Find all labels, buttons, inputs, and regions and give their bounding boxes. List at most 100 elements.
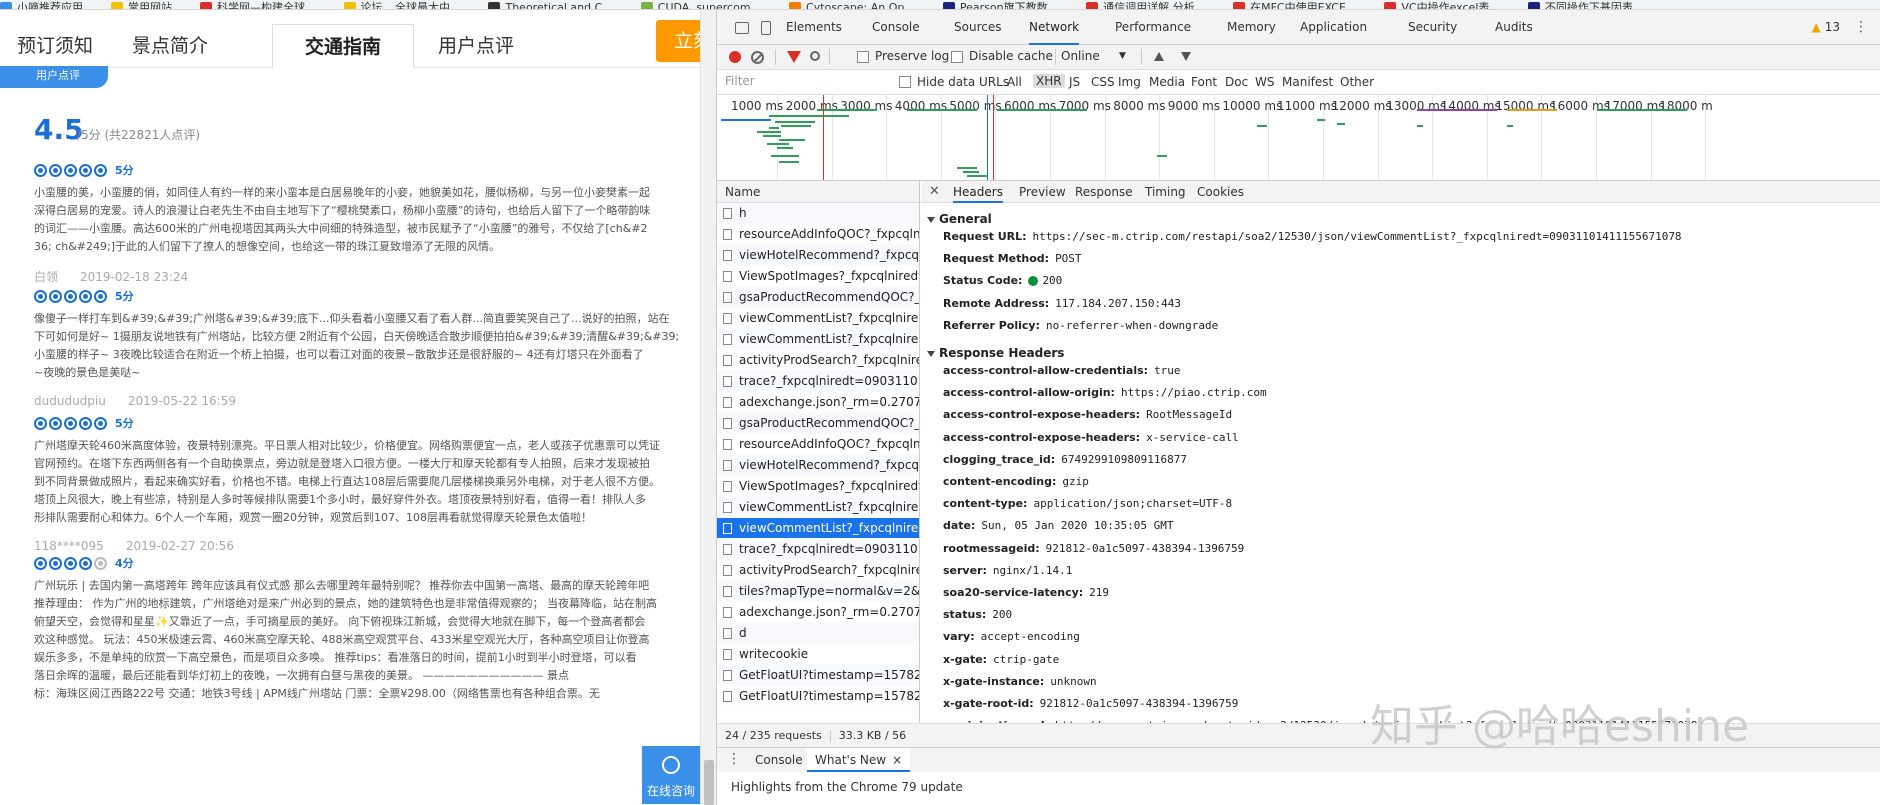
filter-type-media[interactable]: Media <box>1149 75 1185 89</box>
detail-tab-timing[interactable]: Timing <box>1145 181 1186 203</box>
bookmark-item[interactable]: 论坛 _ 全球最大中... <box>343 2 460 9</box>
bookmark-item[interactable]: VC中操作excel表... <box>1384 2 1500 9</box>
request-row[interactable]: gsaProductRecommendQOC?_... <box>717 287 919 308</box>
request-row[interactable]: GetFloatUI?timestamp=15782... <box>717 665 919 686</box>
filter-icon[interactable] <box>787 51 801 63</box>
scrollbar-thumb[interactable] <box>704 760 714 805</box>
search-icon[interactable] <box>810 51 820 61</box>
record-icon[interactable] <box>729 51 741 63</box>
filter-type-ws[interactable]: WS <box>1255 75 1274 89</box>
preserve-log-checkbox[interactable] <box>857 51 869 63</box>
devtools-tab-sources[interactable]: Sources <box>954 10 1001 45</box>
export-har-icon[interactable] <box>1181 52 1191 61</box>
request-row[interactable]: tiles?mapType=normal&v=2&... <box>717 581 919 602</box>
throttling-dropdown-icon[interactable]: ▼ <box>1119 51 1126 61</box>
request-row[interactable]: resourceAddInfoQOC?_fxpcqlni... <box>717 224 919 245</box>
bookmark-item[interactable]: 小嘀推荐应用 <box>0 2 83 9</box>
tab-user-reviews[interactable]: 用户点评 <box>414 24 538 68</box>
request-list-header[interactable]: Name <box>717 181 919 203</box>
drawer-menu-icon[interactable]: ⋮ <box>727 751 741 767</box>
page-scrollbar[interactable] <box>700 10 716 805</box>
tab-transport-guide[interactable]: 交通指南 <box>272 24 414 68</box>
devtools-tab-elements[interactable]: Elements <box>786 10 842 45</box>
request-row[interactable]: activityProdSearch?_fxpcqlnire... <box>717 560 919 581</box>
review-author[interactable]: 118****095 <box>34 539 104 553</box>
bookmark-item[interactable]: 在MFC中使用EXCE... <box>1233 2 1356 9</box>
request-file-icon <box>723 565 732 576</box>
import-har-icon[interactable] <box>1154 52 1164 61</box>
bookmark-item[interactable]: Pearson旗下教数... <box>942 2 1058 9</box>
request-row[interactable]: viewHotelRecommend?_fxpcql... <box>717 455 919 476</box>
request-name: adexchange.json?_rm=0.27075... <box>739 395 919 409</box>
devtools-tab-application[interactable]: Application <box>1300 10 1367 45</box>
filter-type-css[interactable]: CSS <box>1091 75 1115 89</box>
request-row[interactable]: resourceAddInfoQOC?_fxpcqlni... <box>717 434 919 455</box>
review-author[interactable]: 白领 <box>34 270 58 284</box>
devtools-tab-network[interactable]: Network <box>1029 10 1080 45</box>
request-row[interactable]: viewHotelRecommend?_fxpcql... <box>717 245 919 266</box>
bookmark-item[interactable]: Theoretical and C... <box>488 2 613 9</box>
drawer-tab[interactable]: What's New × <box>807 748 911 772</box>
filter-type-font[interactable]: Font <box>1191 75 1217 89</box>
inspect-element-icon[interactable] <box>735 22 749 34</box>
buy-now-button[interactable]: 立刻 <box>656 20 700 62</box>
network-overview-timeline[interactable]: 1000 ms 2000 ms 3000 ms 4000 ms 5000 ms 6000 … <box>717 95 1880 181</box>
disable-cache-checkbox[interactable] <box>951 51 963 63</box>
request-row[interactable]: trace?_fxpcqlniredt=09031101... <box>717 539 919 560</box>
request-row[interactable]: GetFloatUI?timestamp=15782... <box>717 686 919 707</box>
filter-type-manifest[interactable]: Manifest <box>1282 75 1333 89</box>
request-row[interactable]: gsaProductRecommendQOC?_... <box>717 413 919 434</box>
request-row[interactable]: viewCommentList?_fxpcqlnired... <box>717 518 919 539</box>
bookmark-item[interactable]: CUDA, supercom... <box>640 2 761 9</box>
bookmark-item[interactable]: Cytoscape: An Op... <box>789 2 915 9</box>
throttling-select[interactable]: Online <box>1061 49 1100 63</box>
request-row[interactable]: adexchange.json?_rm=0.27075... <box>717 392 919 413</box>
warning-counter[interactable]: ▲ 13 <box>1812 10 1840 45</box>
device-toolbar-icon[interactable] <box>761 21 771 35</box>
filter-type-js[interactable]: JS <box>1069 75 1080 89</box>
detail-tab-cookies[interactable]: Cookies <box>1197 181 1244 203</box>
devtools-tab-console[interactable]: Console <box>872 10 920 45</box>
response-headers-section-header[interactable]: Response Headers <box>921 346 1880 360</box>
detail-tab-headers[interactable]: Headers <box>953 181 1003 203</box>
request-row[interactable]: ViewSpotImages?_fxpcqlniredt... <box>717 266 919 287</box>
request-row[interactable]: writecookie <box>717 644 919 665</box>
filter-type-other[interactable]: Other <box>1340 75 1374 89</box>
general-section-header[interactable]: General <box>921 212 1880 226</box>
request-row[interactable]: viewCommentList?_fxpcqlnired... <box>717 329 919 350</box>
request-row[interactable]: adexchange.json?_rm=0.27075... <box>717 602 919 623</box>
detail-tab-response[interactable]: Response <box>1075 181 1133 203</box>
drawer-tab[interactable]: Console <box>747 748 811 772</box>
filter-input[interactable]: Filter <box>725 74 875 91</box>
devtools-tab-memory[interactable]: Memory <box>1227 10 1276 45</box>
devtools-tab-security[interactable]: Security <box>1408 10 1457 45</box>
hide-data-urls-checkbox[interactable] <box>899 76 911 88</box>
bookmark-item[interactable]: 科学网—构建全球... <box>200 2 316 9</box>
devtools-menu-icon[interactable]: ⋮ <box>1854 10 1868 45</box>
devtools-tab-audits[interactable]: Audits <box>1495 10 1533 45</box>
tab-booking-notes[interactable]: 预订须知 <box>0 24 110 68</box>
detail-tab-preview[interactable]: Preview <box>1019 181 1066 203</box>
request-row[interactable]: viewCommentList?_fxpcqlnired... <box>717 308 919 329</box>
devtools-tab-performance[interactable]: Performance <box>1115 10 1191 45</box>
bookmark-item[interactable]: 不同操作下基因表... <box>1527 2 1643 9</box>
tab-attraction-intro[interactable]: 景点简介 <box>113 24 227 68</box>
filter-type-xhr[interactable]: XHR <box>1033 74 1065 88</box>
request-row[interactable]: activityProdSearch?_fxpcqlnire... <box>717 350 919 371</box>
request-row[interactable]: viewCommentList?_fxpcqlnired... <box>717 497 919 518</box>
bookmark-item[interactable]: 常用网站 <box>111 2 172 9</box>
close-icon[interactable]: × <box>892 753 902 767</box>
header-row: access-control-expose-headers: x-service-… <box>921 427 1880 449</box>
filter-type-doc[interactable]: Doc <box>1225 75 1248 89</box>
request-row[interactable]: ViewSpotImages?_fxpcqlniredt... <box>717 476 919 497</box>
close-icon[interactable]: ✕ <box>929 184 940 199</box>
request-row[interactable]: d <box>717 623 919 644</box>
review-author[interactable]: dudududpiu <box>34 394 106 408</box>
clear-icon[interactable] <box>751 51 764 64</box>
filter-type-img[interactable]: Img <box>1118 75 1141 89</box>
request-row[interactable]: h <box>717 203 919 224</box>
online-consult-button[interactable]: 在线咨询 <box>642 746 700 804</box>
bookmark-item[interactable]: 通信调用详解,分析... <box>1086 2 1205 9</box>
filter-type-all[interactable]: All <box>1007 75 1022 89</box>
request-row[interactable]: trace?_fxpcqlniredt=09031101... <box>717 371 919 392</box>
